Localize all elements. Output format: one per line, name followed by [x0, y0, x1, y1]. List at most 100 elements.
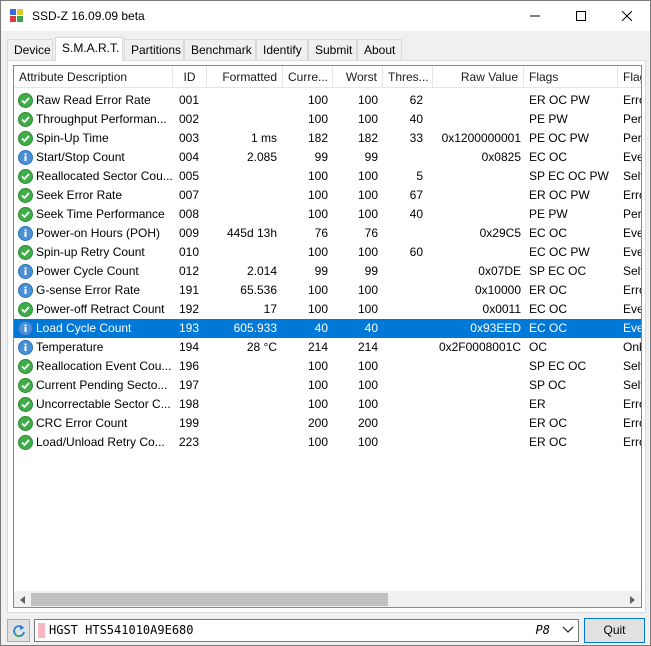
cell-raw: 0x10000 [474, 283, 521, 297]
col-threshold[interactable]: Thres... [383, 66, 433, 88]
cell-worst: 100 [357, 378, 378, 392]
cell-formatted [207, 110, 283, 129]
table-row[interactable]: G-sense Error Rate 191 65.536 100 100 0x10000… [14, 281, 641, 300]
cell-current: 100 [307, 169, 328, 183]
table-row[interactable]: Reallocated Sector Cou... 005 100 100 5 SP EC… [14, 167, 641, 186]
col-raw-value[interactable]: Raw Value [433, 66, 524, 88]
info-icon [18, 283, 33, 298]
cell-worst: 100 [357, 112, 378, 126]
cell-worst: 100 [357, 188, 378, 202]
col-flag[interactable]: Flag [618, 66, 641, 88]
cell-worst: 76 [364, 226, 378, 240]
smart-attribute-list[interactable]: Attribute Description ID Formatted Curre… [13, 65, 642, 608]
cell-desc: Seek Error Rate [36, 188, 123, 202]
cell-id: 191 [179, 283, 200, 297]
cell-flag: Ever [623, 321, 641, 335]
tab-identify[interactable]: Identify [256, 39, 308, 60]
table-row[interactable]: Current Pending Secto... 197 100 100 SP OC Se… [14, 376, 641, 395]
tab-about[interactable]: About [357, 39, 402, 60]
cell-desc: Seek Time Performance [36, 207, 165, 221]
info-icon [18, 321, 33, 336]
check-icon [18, 93, 33, 108]
cell-flag: Perfo [623, 207, 641, 221]
table-row[interactable]: Power-on Hours (POH) 009 445d 13h 76 76 0x29C… [14, 224, 641, 243]
table-row[interactable]: Seek Time Performance 008 100 100 40 PE PW Per… [14, 205, 641, 224]
table-row[interactable]: Power-off Retract Count 192 17 100 100 0x0011… [14, 300, 641, 319]
footer-bar: HGST HTS541010A9E680 P8 Quit [1, 616, 650, 645]
cell-id: 197 [179, 378, 200, 392]
table-row[interactable]: Uncorrectable Sector C... 198 100 100 ER Erro [14, 395, 641, 414]
tab-smart[interactable]: S.M.A.R.T. [55, 37, 123, 61]
table-row[interactable]: Power Cycle Count 012 2.014 99 99 0x07DE SP EC… [14, 262, 641, 281]
tab-label: Submit [315, 43, 353, 57]
cell-worst: 99 [364, 150, 378, 164]
close-button[interactable] [604, 1, 650, 31]
drive-select[interactable]: HGST HTS541010A9E680 P8 [34, 619, 579, 642]
cell-worst: 100 [357, 283, 378, 297]
cell-raw: 0x0825 [481, 150, 521, 164]
tab-benchmark[interactable]: Benchmark [184, 39, 256, 60]
table-row[interactable]: Temperature 194 28 °C 214 214 0x2F0008001C OC O… [14, 338, 641, 357]
tab-submit[interactable]: Submit [308, 39, 357, 60]
table-row[interactable]: Raw Read Error Rate 001 100 100 62 ER OC PW Er… [14, 91, 641, 110]
minimize-button[interactable] [512, 1, 558, 31]
quit-button[interactable]: Quit [584, 618, 645, 643]
scroll-left-icon[interactable] [14, 591, 31, 607]
col-worst[interactable]: Worst [333, 66, 383, 88]
maximize-icon [576, 11, 586, 21]
table-row[interactable]: Start/Stop Count 004 2.085 99 99 0x0825 EC OC E… [14, 148, 641, 167]
table-row[interactable]: Throughput Performan... 002 100 100 40 PE PW P… [14, 110, 641, 129]
cell-flag: SelfP [623, 169, 641, 183]
cell-threshold: 62 [409, 93, 423, 107]
table-row[interactable]: Spin-Up Time 003 1 ms 182 182 33 0x1200000001 P… [14, 129, 641, 148]
cell-raw: 0x29C5 [479, 226, 521, 240]
tab-device[interactable]: Device [7, 39, 53, 60]
cell-flags: EC OC [529, 302, 568, 316]
cell-current: 100 [307, 112, 328, 126]
check-icon [18, 416, 33, 431]
check-icon [18, 378, 33, 393]
cell-raw [433, 110, 523, 129]
cell-formatted: 28 °C [246, 340, 277, 354]
scrollbar-thumb[interactable] [31, 593, 388, 606]
table-row[interactable]: Seek Error Rate 007 100 100 67 ER OC PW Erro [14, 186, 641, 205]
check-icon [18, 131, 33, 146]
table-row[interactable]: Load/Unload Retry Co... 223 100 100 ER OC Err… [14, 433, 641, 452]
col-attribute-description[interactable]: Attribute Description [14, 66, 173, 88]
info-icon [18, 264, 33, 279]
cell-flag: Perfo [623, 131, 641, 145]
cell-flags: EC OC [529, 321, 568, 335]
maximize-button[interactable] [558, 1, 604, 31]
col-flags[interactable]: Flags [524, 66, 618, 88]
cell-flag: Erro [623, 416, 641, 430]
cell-threshold [383, 338, 423, 357]
cell-flags: SP EC OC [529, 264, 587, 278]
table-row[interactable]: CRC Error Count 199 200 200 ER OC Erro [14, 414, 641, 433]
col-formatted[interactable]: Formatted [207, 66, 283, 88]
tab-label: About [364, 43, 396, 57]
cell-desc: Reallocated Sector Cou... [36, 169, 173, 183]
cell-worst: 100 [357, 207, 378, 221]
col-current[interactable]: Curre... [283, 66, 333, 88]
horizontal-scrollbar[interactable] [14, 591, 641, 607]
cell-formatted [207, 243, 283, 262]
tab-label: Device [14, 43, 51, 57]
cell-threshold [383, 148, 423, 167]
col-id[interactable]: ID [173, 66, 207, 88]
cell-worst: 100 [357, 169, 378, 183]
table-row[interactable]: Load Cycle Count 193 605.933 40 40 0x93EED EC … [14, 319, 641, 338]
cell-formatted: 2.085 [246, 150, 277, 164]
chevron-down-icon[interactable] [562, 625, 574, 635]
check-icon [18, 435, 33, 450]
cell-flag: Onli [623, 340, 641, 354]
cell-desc: Load/Unload Retry Co... [36, 435, 165, 449]
refresh-button[interactable] [7, 619, 30, 642]
check-icon [18, 112, 33, 127]
cell-desc: Power Cycle Count [36, 264, 139, 278]
table-row[interactable]: Spin-up Retry Count 010 100 100 60 EC OC PW Ev… [14, 243, 641, 262]
scroll-right-icon[interactable] [624, 591, 641, 607]
cell-flag: SelfP [623, 264, 641, 278]
tab-partitions[interactable]: Partitions [124, 39, 184, 60]
table-row[interactable]: Reallocation Event Cou... 196 100 100 SP EC … [14, 357, 641, 376]
cell-current: 100 [307, 397, 328, 411]
